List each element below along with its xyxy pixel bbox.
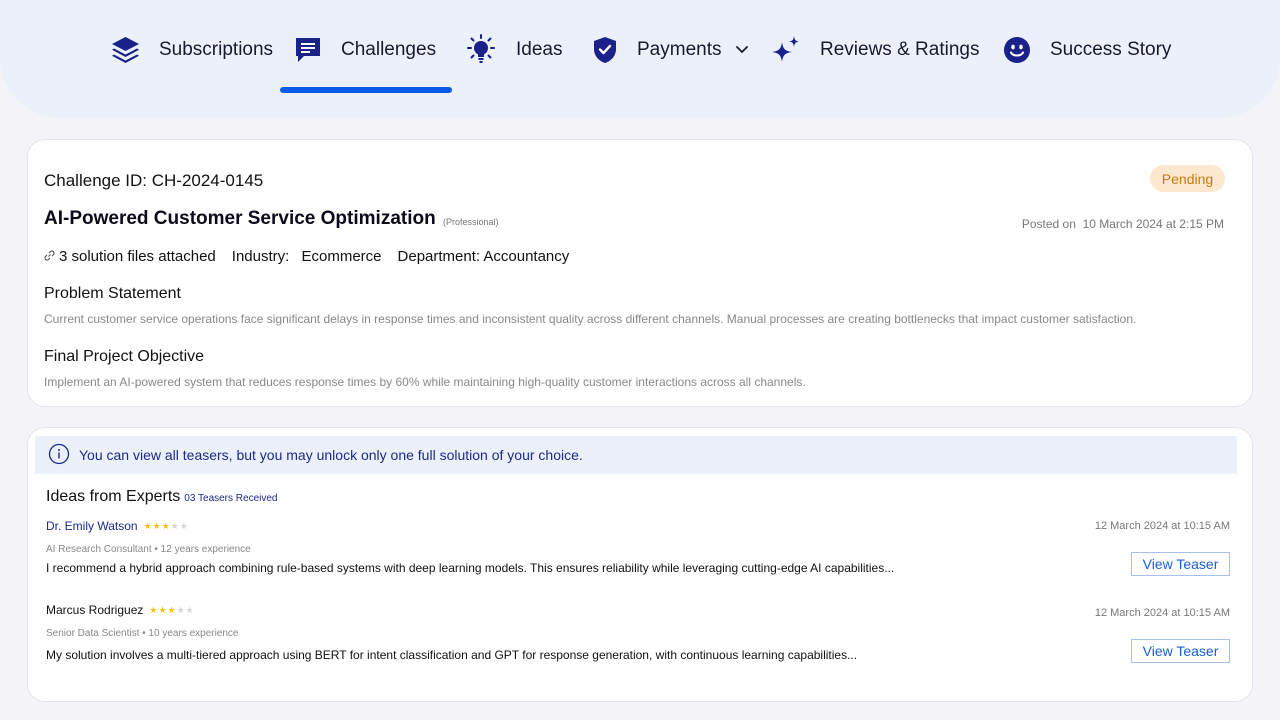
nav-label: Reviews & Ratings [820,39,980,60]
lightbulb-icon [464,33,498,67]
expert-name: Dr. Emily Watson [46,519,138,533]
expert-teaser-text: My solution involves a multi-tiered appr… [46,648,858,662]
nav-item-subscriptions[interactable]: Subscriptions [110,32,273,68]
expert-header: Dr. Emily Watson ★★★★★ [46,519,189,533]
top-navigation: Subscriptions Challenges Ideas Payments … [0,0,1280,118]
info-icon [48,443,70,468]
nav-item-challenges[interactable]: Challenges [293,32,436,68]
teasers-count: 03 Teasers Received [184,493,278,504]
ideas-heading: Ideas from Experts 03 Teasers Received [46,488,277,506]
department-value: Department: Accountancy [397,248,570,265]
attachments-link[interactable]: 3 solution files attached [44,248,216,265]
rating-stars: ★★★★★ [149,604,195,615]
info-banner: You can view all teasers, but you may un… [35,436,1237,474]
nav-item-ideas[interactable]: Ideas [464,32,562,68]
link-icon [44,248,55,265]
status-badge: Pending [1150,165,1225,192]
active-tab-indicator [280,87,452,93]
expert-teaser-text: I recommend a hybrid approach combining … [46,561,895,575]
view-teaser-button[interactable]: View Teaser [1131,552,1230,576]
expert-role: AI Research Consultant • 12 years experi… [46,544,251,555]
challenge-title: AI-Powered Customer Service Optimization [44,208,436,229]
ideas-card: You can view all teasers, but you may un… [27,427,1253,702]
nav-label: Challenges [341,39,437,60]
problem-heading: Problem Statement [44,285,181,302]
challenge-id: Challenge ID: CH-2024-0145 [44,171,264,190]
sparkle-icon [770,34,802,66]
posted-date: Posted on 10 March 2024 at 2:15 PM [1022,217,1224,231]
chevron-down-icon[interactable] [735,45,749,55]
shield-check-icon [591,35,619,65]
nav-label: Success Story [1050,39,1172,60]
view-teaser-button[interactable]: View Teaser [1131,639,1230,663]
smiley-icon [1002,35,1032,65]
chat-icon [293,35,323,65]
rating-stars: ★★★★★ [143,520,189,531]
ideas-title: Ideas from Experts [46,488,181,505]
industry-label: Industry: [231,248,290,265]
nav-label: Subscriptions [159,39,274,60]
challenge-level: (Professional) [443,217,499,227]
objective-heading: Final Project Objective [44,348,205,365]
layers-icon [110,35,141,65]
nav-label: Payments [637,39,722,60]
posted-label: Posted on [1021,217,1076,231]
challenge-card: Challenge ID: CH-2024-0145 Pending AI-Po… [27,139,1253,407]
nav-label: Ideas [516,39,563,60]
objective-text: Implement an AI-powered system that redu… [44,375,806,389]
posted-value: 10 March 2024 at 2:15 PM [1082,217,1224,231]
expert-role: Senior Data Scientist • 10 years experie… [46,628,239,639]
expert-time: 12 March 2024 at 10:15 AM [1094,520,1230,532]
expert-name: Marcus Rodriguez [46,603,144,617]
industry-info: Industry: Ecommerce [232,248,382,265]
nav-item-payments[interactable]: Payments [591,32,749,68]
expert-time: 12 March 2024 at 10:15 AM [1094,607,1230,619]
nav-item-success-story[interactable]: Success Story [1002,32,1171,68]
info-banner-text: You can view all teasers, but you may un… [79,447,583,463]
nav-item-reviews[interactable]: Reviews & Ratings [770,32,979,68]
expert-header: Marcus Rodriguez ★★★★★ [46,603,195,617]
industry-value: Ecommerce [301,248,382,265]
problem-text: Current customer service operations face… [44,312,1137,326]
attachments-count: 3 solution files attached [59,248,216,265]
challenge-meta: 3 solution files attached Industry: Ecom… [44,248,569,265]
department-info: Department: Accountancy [398,248,570,265]
